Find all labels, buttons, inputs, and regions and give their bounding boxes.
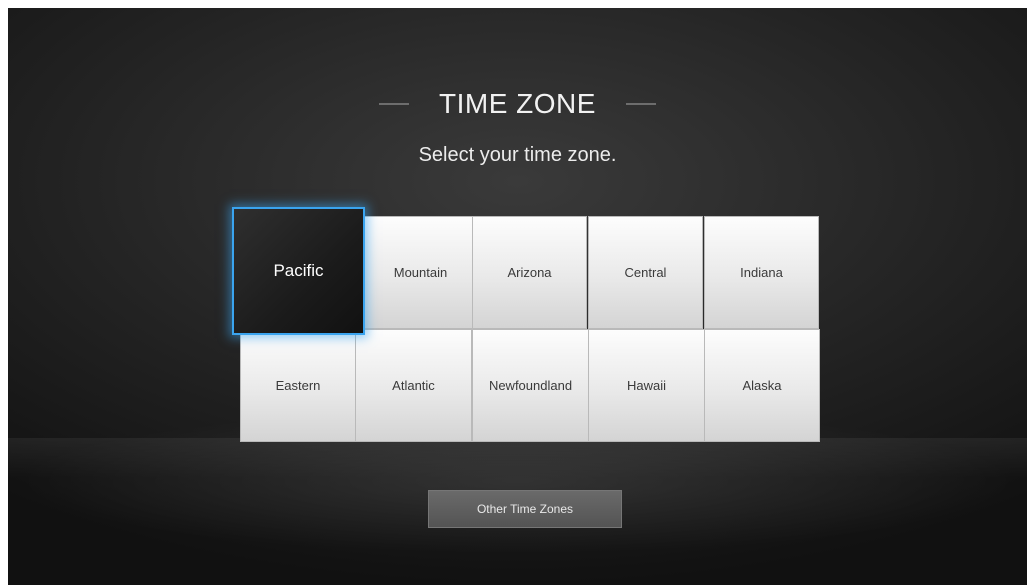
page-subtitle: Select your time zone.: [418, 144, 617, 166]
tile-central[interactable]: Central: [588, 216, 703, 329]
tile-eastern[interactable]: Eastern: [240, 329, 356, 442]
title-line-left: [378, 103, 409, 105]
other-time-zones-button[interactable]: Other Time Zones: [428, 490, 622, 528]
tile-hawaii[interactable]: Hawaii: [588, 329, 705, 442]
tile-indiana[interactable]: Indiana: [704, 216, 819, 329]
tile-atlantic[interactable]: Atlantic: [355, 329, 472, 442]
tile-mountain[interactable]: Mountain: [363, 216, 478, 329]
tv-setup-screen: TIME ZONE Select your time zone. Pacific…: [8, 8, 1027, 585]
page-title: TIME ZONE: [439, 88, 596, 119]
tile-pacific[interactable]: Pacific: [232, 207, 365, 335]
time-zone-grid: Pacific Mountain Arizona Central Indiana…: [232, 207, 820, 442]
title-line-right: [626, 103, 657, 105]
floor-glow: [8, 438, 1027, 478]
title-row: TIME ZONE: [8, 88, 1027, 128]
tile-arizona[interactable]: Arizona: [472, 216, 587, 329]
tile-alaska[interactable]: Alaska: [704, 329, 820, 442]
tile-newfoundland[interactable]: Newfoundland: [472, 329, 589, 442]
